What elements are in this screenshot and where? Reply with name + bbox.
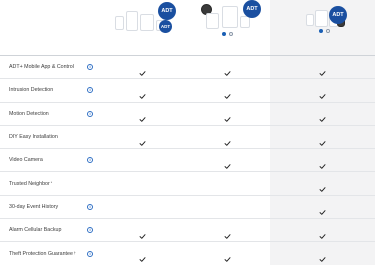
hub-device <box>315 10 328 27</box>
hub-device <box>140 14 154 31</box>
hub-device <box>222 6 238 28</box>
checkmark-icon <box>319 87 326 99</box>
checkmark-icon <box>139 134 146 146</box>
product-3-image[interactable]: ADT <box>270 0 375 55</box>
keypad-device <box>206 13 219 29</box>
table-row: DIY Easy Installation <box>0 124 375 149</box>
product-image-strip: ADT ADT ADT ADT <box>0 0 375 55</box>
table-row: 30-day Event History i <box>0 194 375 219</box>
product-2-image[interactable]: ADT <box>187 0 270 55</box>
feature-comparison-table: ADT+ Mobile App & Control i Intrusion Dete… <box>0 55 375 265</box>
table-row: Theft Protection Guarantee † i <box>0 241 375 265</box>
info-icon[interactable]: i <box>87 157 93 164</box>
info-icon[interactable]: i <box>87 110 93 117</box>
carousel-dots[interactable] <box>222 32 233 36</box>
info-icon[interactable]: i <box>87 87 93 94</box>
checkmark-icon <box>319 157 326 169</box>
checkmark-icon <box>139 64 146 76</box>
carousel-dot-icon[interactable] <box>326 29 330 33</box>
adt-logo-icon: ADT <box>243 0 261 18</box>
checkmark-icon <box>224 64 231 76</box>
checkmark-icon <box>319 250 326 262</box>
checkmark-icon <box>319 203 326 216</box>
carousel-dot-icon[interactable] <box>229 32 233 36</box>
table-row: Trusted Neighbor * <box>0 171 375 195</box>
product-1-image[interactable]: ADT ADT <box>101 0 187 55</box>
feature-label: Theft Protection Guarantee † <box>9 250 76 257</box>
table-row: Intrusion Detection i <box>0 78 375 102</box>
carousel-dot-icon[interactable] <box>319 29 323 33</box>
feature-label: Intrusion Detection <box>9 87 54 94</box>
feature-label: Trusted Neighbor * <box>9 180 53 187</box>
adt-logo-icon: ADT <box>158 2 176 20</box>
feature-label: ADT+ Mobile App & Control <box>9 64 74 71</box>
checkmark-icon <box>224 134 231 146</box>
table-row: ADT+ Mobile App & Control i <box>0 55 375 79</box>
feature-label: DIY Easy Installation <box>9 134 58 141</box>
keypad-device <box>126 11 138 31</box>
door-sensor-device <box>306 14 314 26</box>
checkmark-icon <box>139 250 146 262</box>
info-icon[interactable]: i <box>87 203 93 210</box>
checkmark-icon <box>224 227 231 239</box>
table-row: Motion Detection i <box>0 101 375 125</box>
checkmark-icon <box>224 157 231 169</box>
checkmark-icon <box>319 134 326 146</box>
checkmark-icon <box>139 110 146 123</box>
table-row: Video Camera i <box>0 148 375 172</box>
info-icon[interactable]: i <box>87 64 93 71</box>
checkmark-icon <box>224 110 231 123</box>
checkmark-icon <box>139 87 146 99</box>
adt-sign-icon: ADT <box>159 20 172 33</box>
checkmark-icon <box>224 250 231 262</box>
carousel-dot-icon[interactable] <box>222 32 226 36</box>
feature-label: Motion Detection <box>9 110 49 117</box>
adt-logo-icon: ADT <box>329 6 347 24</box>
checkmark-icon <box>319 180 326 192</box>
footnote-mark: * <box>50 180 53 185</box>
footnote-mark: † <box>73 250 76 255</box>
feature-label: 30-day Event History <box>9 203 59 210</box>
checkmark-icon <box>224 87 231 99</box>
checkmark-icon <box>319 64 326 76</box>
checkmark-icon <box>319 110 326 123</box>
table-row: Alarm Cellular Backup i <box>0 218 375 242</box>
feature-label: Video Camera <box>9 157 43 164</box>
motion-sensor-device <box>240 16 250 28</box>
door-sensor-device <box>115 16 124 30</box>
info-icon[interactable]: i <box>87 227 93 234</box>
checkmark-icon <box>139 227 146 239</box>
checkmark-icon <box>319 227 326 239</box>
feature-label: Alarm Cellular Backup <box>9 227 62 234</box>
carousel-dots[interactable] <box>319 29 330 33</box>
info-icon[interactable]: i <box>87 250 93 257</box>
